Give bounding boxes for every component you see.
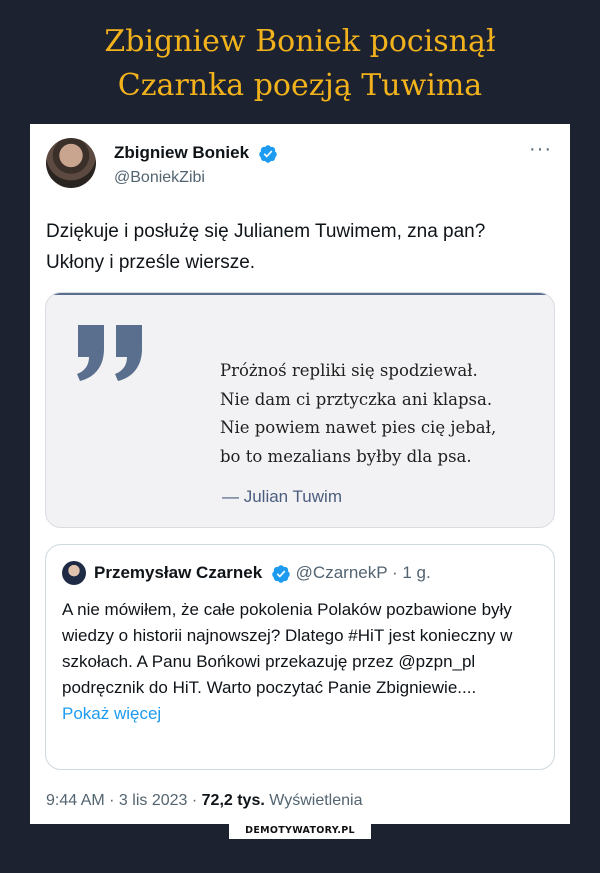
headline-line-2: Czarnka poezją Tuwima xyxy=(117,68,483,103)
author-name-row[interactable]: Zbigniew Boniek xyxy=(114,143,278,164)
poem-line: Nie powiem nawet pies cię jebał, xyxy=(220,418,497,437)
quote-attribution: — Julian Tuwim xyxy=(222,487,342,506)
quoted-author-avatar[interactable] xyxy=(62,561,86,585)
verified-badge-icon xyxy=(259,144,277,163)
views-label: Wyświetlenia xyxy=(269,792,363,809)
poem-line: Nie dam ci prztyczka ani klapsa. xyxy=(220,389,493,409)
poem: Próżnoś repliki się spodziewał. Nie dam … xyxy=(220,357,496,471)
quoted-tweet-time: · 1 g. xyxy=(392,563,431,582)
headline-line-1: Zbigniew Boniek pocisnął xyxy=(104,24,496,59)
ellipsis-icon[interactable]: ··· xyxy=(529,138,552,161)
quoted-tweet-body: A nie mówiłem, że całe pokolenia Polaków… xyxy=(62,597,542,727)
author-avatar[interactable] xyxy=(46,138,96,188)
author-name[interactable]: Zbigniew Boniek xyxy=(114,143,249,162)
tweet-image-quote[interactable]: Próżnoś repliki się spodziewał. Nie dam … xyxy=(45,292,555,528)
quote-marks-icon xyxy=(77,325,142,381)
poem-line: Próżnoś repliki się spodziewał. xyxy=(220,361,478,380)
show-more-link[interactable]: Pokaż więcej xyxy=(62,704,161,723)
watermark-logo: DEMOTYWATORY.PL xyxy=(229,822,371,839)
quoted-tweet-header: Przemysław Czarnek @CzarnekP · 1 g. xyxy=(94,563,431,584)
tweet-text: Dziękuje i posłużę się Julianem Tuwimem,… xyxy=(46,221,486,273)
author-handle[interactable]: @BoniekZibi xyxy=(114,169,205,187)
tweet-timestamp[interactable]: 9:44 AM · 3 lis 2023 · xyxy=(46,792,197,809)
tweet-footer: 9:44 AM · 3 lis 2023 · 72,2 tys. Wyświet… xyxy=(46,792,362,810)
quote-top-line xyxy=(46,293,554,295)
headline: Zbigniew Boniek pocisnął Czarnka poezją … xyxy=(0,20,600,108)
quoted-author-name[interactable]: Przemysław Czarnek xyxy=(94,563,262,582)
quoted-tweet[interactable]: Przemysław Czarnek @CzarnekP · 1 g. A ni… xyxy=(45,544,555,770)
views-count: 72,2 tys. xyxy=(201,792,265,809)
poem-line: bo to mezalians byłby dla psa. xyxy=(220,446,472,466)
tweet-card: Zbigniew Boniek @BoniekZibi ··· Dziękuje… xyxy=(30,124,570,824)
quoted-tweet-text: A nie mówiłem, że całe pokolenia Polaków… xyxy=(62,600,513,697)
quoted-author-handle[interactable]: @CzarnekP xyxy=(296,563,388,582)
verified-badge-icon xyxy=(272,564,290,583)
